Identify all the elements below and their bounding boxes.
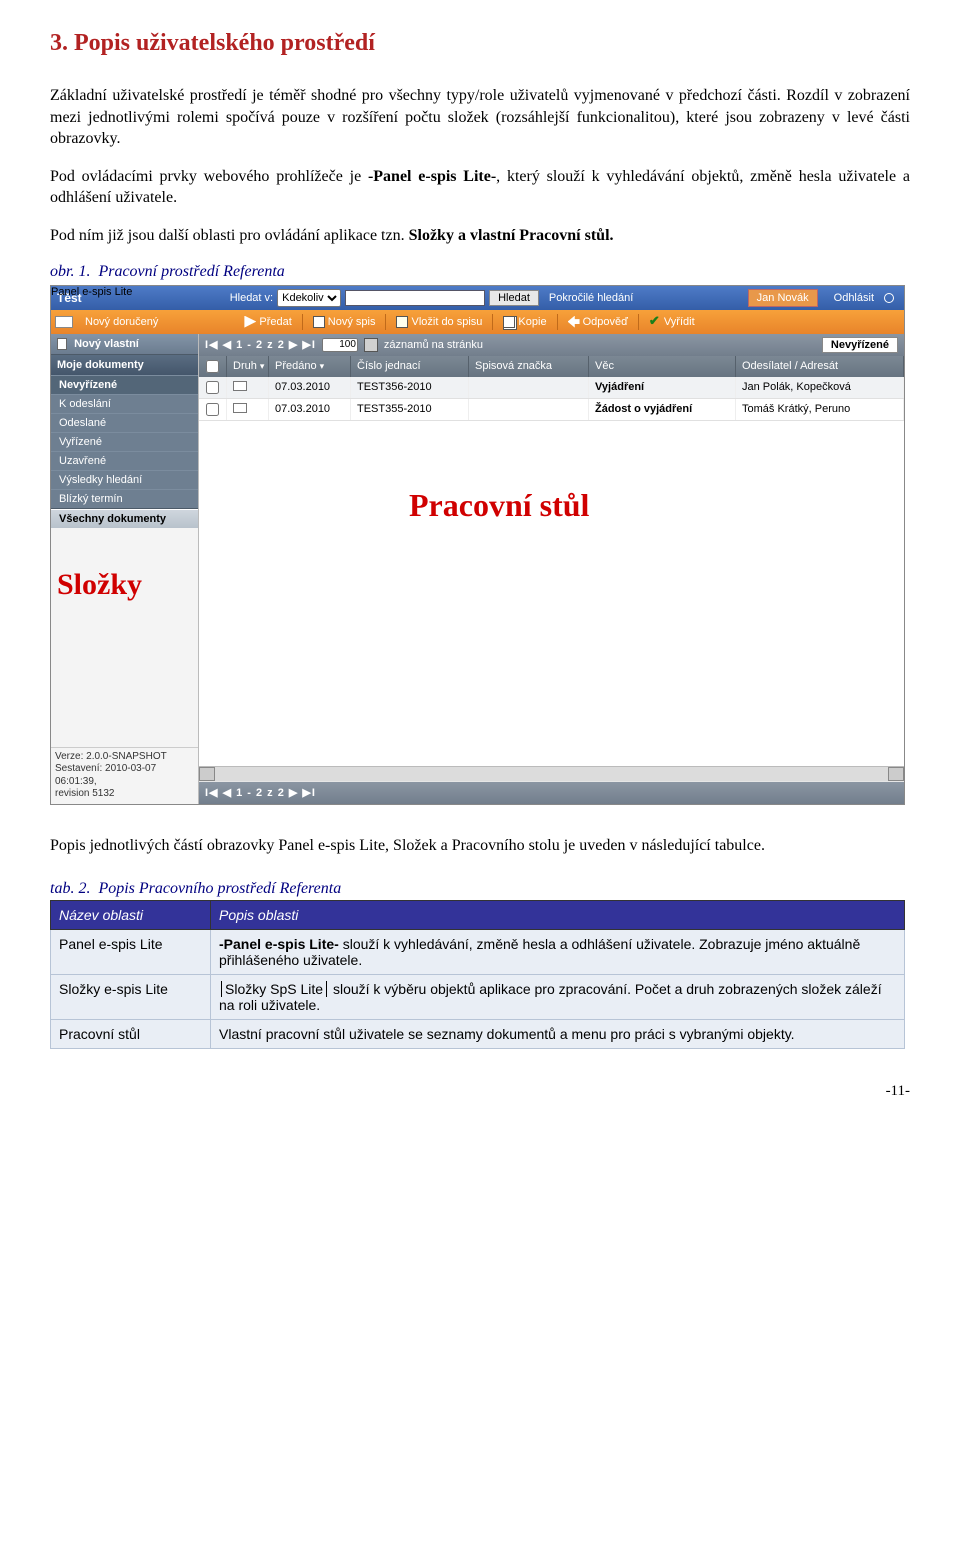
reply-button[interactable]: Odpověď: [562, 314, 634, 330]
table-row: Složky e-spis Lite Složky SpS Lite slouž…: [51, 975, 905, 1020]
main-area: I◀ ◀ 1 - 2 z 2 ▶ ▶I záznamů na stránku N…: [199, 334, 904, 804]
col-vec[interactable]: Věc: [589, 356, 736, 377]
toolbar: Nový doručený Předat Nový spis Vložit do…: [51, 310, 904, 334]
sidebar-item-vyrizene[interactable]: Vyřízené: [51, 432, 198, 451]
horizontal-scrollbar[interactable]: [199, 766, 904, 782]
user-badge[interactable]: Jan Novák: [748, 289, 818, 307]
mail-icon: [55, 316, 73, 328]
sidebar-item-vsechny[interactable]: Všechny dokumenty: [51, 509, 198, 528]
col-odesilatel[interactable]: Odesílatel / Adresát: [736, 356, 904, 377]
logout-link[interactable]: Odhlásit: [834, 292, 874, 304]
sidebar-item-nevyrizene[interactable]: Nevyřízené: [51, 375, 198, 394]
sidebar-tab-novy-vlastni[interactable]: Nový vlastní: [51, 334, 198, 355]
paragraph-1: Základní uživatelské prostředí je téměř …: [50, 85, 910, 150]
per-page-input[interactable]: [322, 338, 358, 352]
reply-icon: [568, 316, 580, 328]
sidebar-item-vysledky[interactable]: Výsledky hledání: [51, 470, 198, 489]
sidebar: Nový vlastní Moje dokumenty Nevyřízené K…: [51, 334, 199, 804]
search-scope-select[interactable]: Kdekoliv: [277, 289, 341, 307]
arrow-icon: [244, 316, 256, 328]
overlay-panel-label: Panel e-spis Lite: [51, 286, 132, 298]
sidebar-item-blizky[interactable]: Blízký termín: [51, 489, 198, 509]
col-spisova-znacka[interactable]: Spisová značka: [469, 356, 589, 377]
grid-body: 07.03.2010 TEST356-2010 Vyjádření Jan Po…: [199, 377, 904, 766]
row-checkbox[interactable]: [206, 403, 219, 416]
insert-button[interactable]: Vložit do spisu: [390, 314, 488, 330]
doc-icon: [57, 338, 67, 350]
topbar: Těst Hledat v: Kdekoliv Hledat Pokročilé…: [51, 286, 904, 310]
search-button[interactable]: Hledat: [489, 290, 539, 306]
overlay-slozky-label: Složky: [57, 568, 142, 602]
folder-label: Nevyřízené: [822, 337, 898, 353]
resolve-button[interactable]: ✔Vyřídit: [643, 314, 701, 330]
pager-top: I◀ ◀ 1 - 2 z 2 ▶ ▶I záznamů na stránku N…: [199, 334, 904, 356]
table-row[interactable]: 07.03.2010 TEST356-2010 Vyjádření Jan Po…: [199, 377, 904, 399]
scroll-left-icon[interactable]: [199, 767, 215, 781]
new-received-button[interactable]: Nový doručený: [79, 314, 164, 330]
copy-icon: [503, 316, 515, 328]
section-heading: 3. Popis uživatelského prostředí: [50, 30, 910, 57]
box-icon: [396, 316, 408, 328]
grid-header: Druh▾ Předáno▾ Číslo jednací Spisová zna…: [199, 356, 904, 377]
col-predano[interactable]: Předáno▾: [269, 356, 351, 377]
desc-intro: Popis jednotlivých částí obrazovky Panel…: [50, 835, 910, 857]
scroll-right-icon[interactable]: [888, 767, 904, 781]
th-name: Název oblasti: [51, 901, 211, 930]
sidebar-group-moje: Moje dokumenty: [51, 355, 198, 375]
logout-icon: [884, 293, 894, 303]
pager-nav[interactable]: I◀ ◀ 1 - 2 z 2 ▶ ▶I: [205, 338, 316, 351]
new-file-button[interactable]: Nový spis: [307, 314, 382, 330]
paragraph-2: Pod ovládacími prvky webového prohlížeče…: [50, 166, 910, 209]
page-number: -11-: [50, 1083, 910, 1100]
col-druh[interactable]: Druh▾: [227, 356, 269, 377]
check-icon: ✔: [649, 316, 661, 328]
description-table: Název oblasti Popis oblasti Panel e-spis…: [50, 900, 905, 1049]
col-cislo-jednaci[interactable]: Číslo jednací: [351, 356, 469, 377]
col-checkbox[interactable]: [199, 356, 227, 377]
doc-icon: [313, 316, 325, 328]
version-info: Verze: 2.0.0-SNAPSHOT Sestavení: 2010-03…: [51, 747, 198, 804]
sidebar-item-kodeslani[interactable]: K odeslání: [51, 394, 198, 413]
sidebar-item-uzavrene[interactable]: Uzavřené: [51, 451, 198, 470]
select-all-checkbox[interactable]: [206, 360, 219, 373]
table-caption: tab. 2. Popis Pracovního prostředí Refer…: [50, 880, 910, 898]
sidebar-item-odeslane[interactable]: Odeslané: [51, 413, 198, 432]
per-page-go[interactable]: [364, 338, 378, 352]
row-checkbox[interactable]: [206, 381, 219, 394]
per-page-label: záznamů na stránku: [384, 339, 483, 351]
app-screenshot: Panel e-spis Lite Těst Hledat v: Kdekoli…: [50, 285, 905, 805]
paragraph-3: Pod ním již jsou další oblasti pro ovlád…: [50, 225, 910, 247]
figure-caption: obr. 1. Pracovní prostředí Referenta: [50, 263, 910, 281]
search-scope-label: Hledat v:: [230, 292, 273, 304]
th-desc: Popis oblasti: [211, 901, 905, 930]
pager-nav-bottom[interactable]: I◀ ◀ 1 - 2 z 2 ▶ ▶I: [205, 786, 316, 799]
advanced-search-link[interactable]: Pokročilé hledání: [549, 292, 633, 304]
pager-bottom: I◀ ◀ 1 - 2 z 2 ▶ ▶I: [199, 782, 904, 804]
table-row: Panel e-spis Lite -Panel e-spis Lite- sl…: [51, 930, 905, 975]
mail-icon: [233, 403, 247, 413]
table-row[interactable]: 07.03.2010 TEST355-2010 Žádost o vyjádře…: [199, 399, 904, 421]
mail-icon: [233, 381, 247, 391]
overlay-pracovni-label: Pracovní stůl: [409, 487, 589, 524]
forward-button[interactable]: Předat: [238, 314, 297, 330]
search-input[interactable]: [345, 290, 485, 306]
copy-button[interactable]: Kopie: [497, 314, 552, 330]
table-row: Pracovní stůl Vlastní pracovní stůl uživ…: [51, 1020, 905, 1049]
